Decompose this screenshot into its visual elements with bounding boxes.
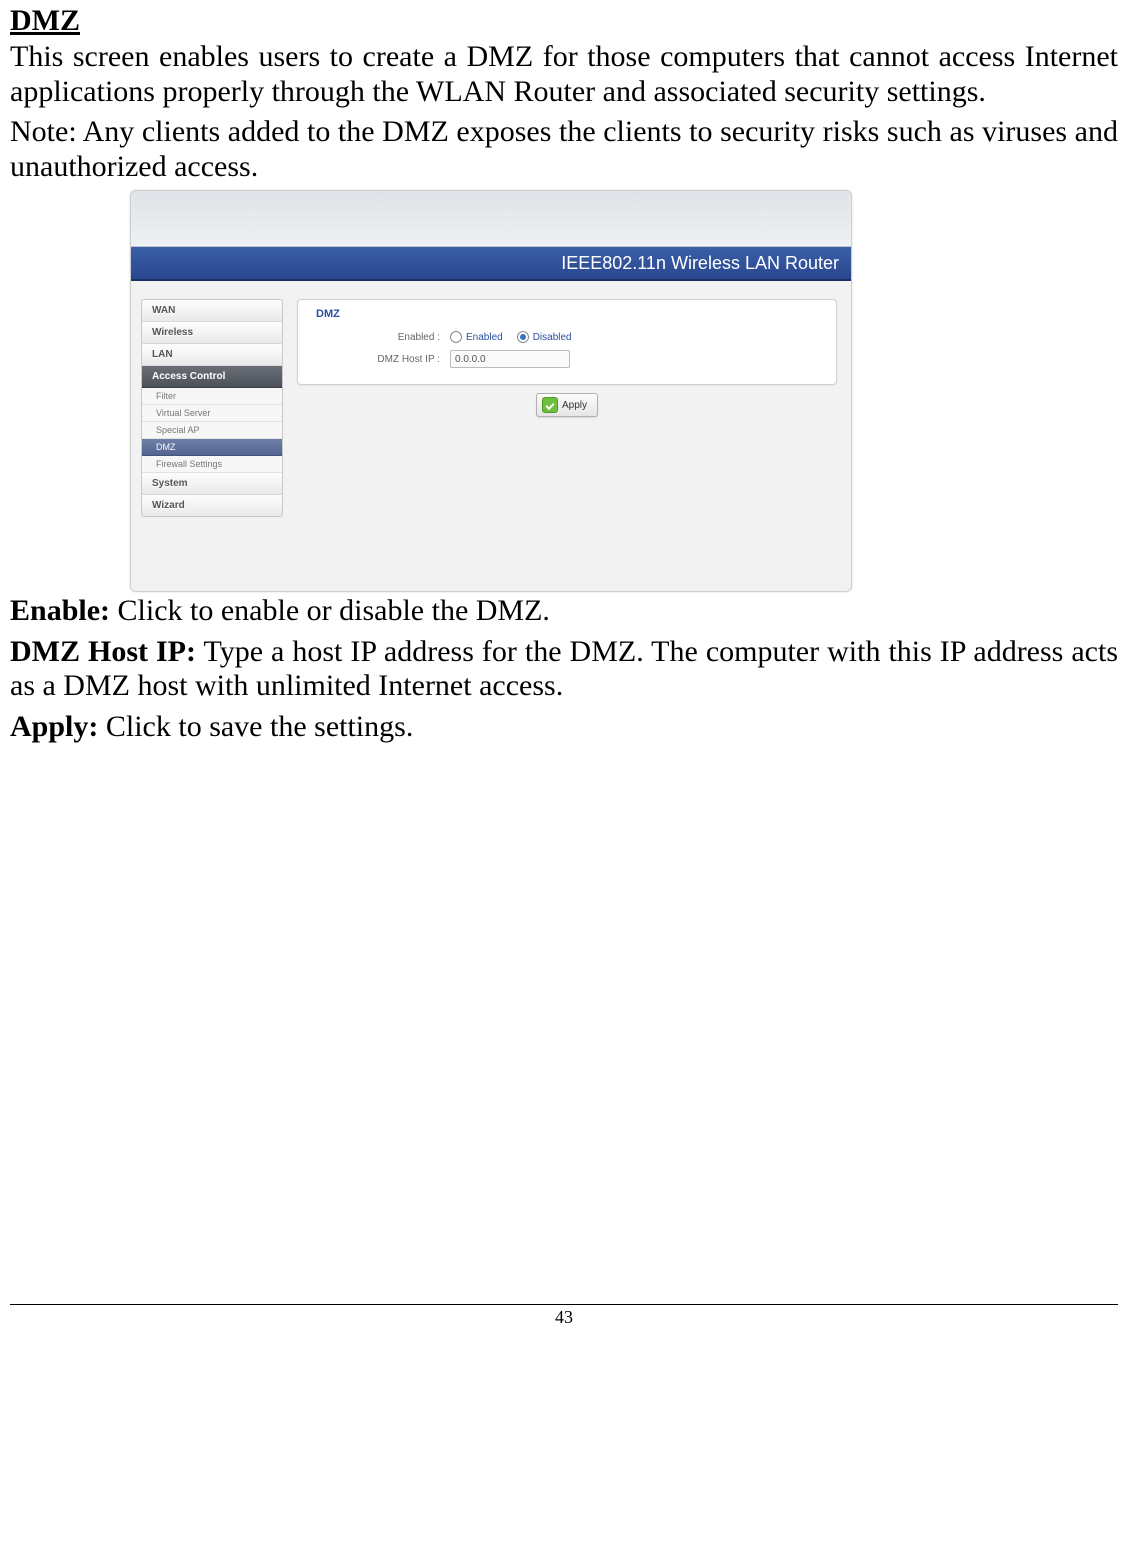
check-icon (542, 397, 558, 413)
enabled-radio-group: Enabled Disabled (450, 331, 572, 343)
page-number: 43 (555, 1307, 573, 1327)
document-page: DMZ This screen enables users to create … (0, 0, 1128, 1348)
router-banner (131, 191, 851, 247)
apply-description: Apply: Click to save the settings. (10, 710, 1118, 745)
nav-wireless[interactable]: Wireless (142, 322, 282, 344)
nav-system[interactable]: System (142, 473, 282, 495)
page-footer: 43 (10, 1304, 1118, 1328)
router-body: WAN Wireless LAN Access Control Filter V… (131, 281, 851, 591)
router-title: IEEE802.11n Wireless LAN Router (561, 253, 839, 274)
nav-wizard[interactable]: Wizard (142, 495, 282, 516)
nav-lan[interactable]: LAN (142, 344, 282, 366)
nav-access-control[interactable]: Access Control (142, 366, 282, 388)
hostip-description: DMZ Host IP: Type a host IP address for … (10, 635, 1118, 704)
dmz-panel: DMZ Enabled : Enabled Disabled (297, 299, 837, 385)
nav-column: WAN Wireless LAN Access Control Filter V… (131, 281, 283, 591)
nav-special-ap[interactable]: Special AP (142, 422, 282, 439)
nav-wan[interactable]: WAN (142, 300, 282, 322)
screenshot-container: IEEE802.11n Wireless LAN Router WAN Wire… (130, 190, 850, 592)
note-paragraph: Note: Any clients added to the DMZ expos… (10, 115, 1118, 184)
router-title-bar: IEEE802.11n Wireless LAN Router (131, 247, 851, 281)
nav-dmz[interactable]: DMZ (142, 439, 282, 456)
apply-text: Click to save the settings. (98, 710, 413, 743)
nav-filter[interactable]: Filter (142, 388, 282, 405)
apply-row: Apply (297, 385, 837, 417)
enabled-label: Enabled : (310, 332, 450, 343)
nav-firewall[interactable]: Firewall Settings (142, 456, 282, 473)
enable-description: Enable: Click to enable or disable the D… (10, 594, 1118, 629)
hostip-input[interactable]: 0.0.0.0 (450, 350, 570, 368)
hostip-label: DMZ Host IP : (310, 354, 450, 365)
section-heading: DMZ (10, 4, 1118, 38)
apply-button[interactable]: Apply (536, 393, 598, 417)
apply-button-label: Apply (562, 400, 587, 411)
radio-enabled-label: Enabled (466, 332, 503, 343)
radio-enabled[interactable] (450, 331, 462, 343)
hostip-label-text: DMZ Host IP: (10, 635, 196, 668)
router-ui: IEEE802.11n Wireless LAN Router WAN Wire… (130, 190, 852, 592)
nav-panel: WAN Wireless LAN Access Control Filter V… (141, 299, 283, 517)
radio-disabled-label: Disabled (533, 332, 572, 343)
row-host-ip: DMZ Host IP : 0.0.0.0 (310, 348, 824, 370)
intro-paragraph: This screen enables users to create a DM… (10, 40, 1118, 109)
enable-label: Enable: (10, 594, 110, 627)
apply-label-text: Apply: (10, 710, 98, 743)
nav-virtual-server[interactable]: Virtual Server (142, 405, 282, 422)
enable-text: Click to enable or disable the DMZ. (110, 594, 550, 627)
content-column: DMZ Enabled : Enabled Disabled (283, 281, 851, 591)
row-enabled: Enabled : Enabled Disabled (310, 326, 824, 348)
panel-title: DMZ (310, 308, 824, 326)
radio-disabled[interactable] (517, 331, 529, 343)
